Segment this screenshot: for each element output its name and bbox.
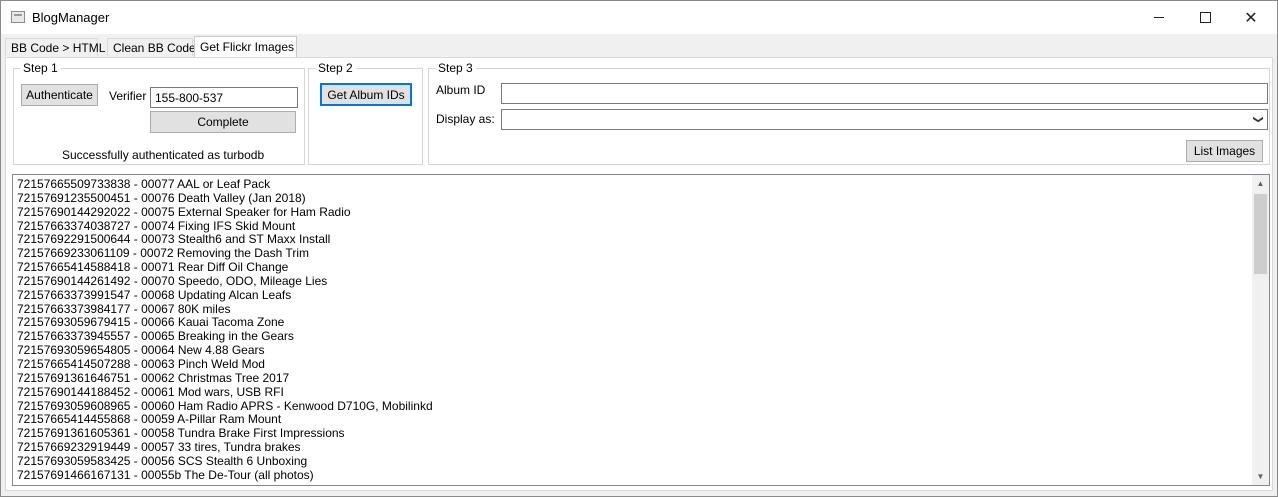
album-list-item[interactable]: 72157693059654805 - 00064 New 4.88 Gears	[17, 343, 1247, 358]
album-list-item[interactable]: 72157665414588418 - 00071 Rear Diff Oil …	[17, 260, 1247, 275]
step1-group: Step 1 Authenticate Verifier Complete Su…	[13, 61, 305, 165]
album-list-item[interactable]: 72157669232919449 - 00057 33 tires, Tund…	[17, 440, 1247, 455]
tab-clean-bb-code[interactable]: Clean BB Code	[107, 38, 196, 56]
album-list-item[interactable]: 72157663374038727 - 00074 Fixing IFS Ski…	[17, 219, 1247, 234]
album-list-item[interactable]: 72157691466167131 - 00055b The De-Tour (…	[17, 468, 1247, 483]
step2-group: Step 2 Get Album IDs	[308, 61, 423, 165]
album-id-input[interactable]	[501, 83, 1268, 104]
auth-status-text: Successfully authenticated as turbodb	[62, 148, 265, 162]
album-list-item[interactable]: 72157663373984177 - 00067 80K miles	[17, 302, 1247, 317]
album-list-item[interactable]: 72157665509733838 - 00077 AAL or Leaf Pa…	[17, 177, 1247, 192]
album-list[interactable]: 72157665509733838 - 00077 AAL or Leaf Pa…	[12, 174, 1270, 486]
maximize-button[interactable]	[1182, 1, 1228, 34]
vertical-scrollbar[interactable]: ▲ ▼	[1252, 175, 1269, 485]
step3-legend: Step 3	[435, 61, 476, 75]
album-list-item[interactable]: 72157690144188452 - 00061 Mod wars, USB …	[17, 385, 1247, 400]
complete-button[interactable]: Complete	[150, 111, 296, 133]
verifier-label: Verifier	[109, 89, 147, 103]
close-button[interactable]: ✕	[1228, 1, 1274, 34]
title-bar[interactable]: BlogManager ✕	[1, 1, 1277, 34]
album-list-item[interactable]: 72157690144292022 - 00075 External Speak…	[17, 205, 1247, 220]
chevron-down-icon: ❯	[1252, 115, 1264, 124]
album-list-items: 72157665509733838 - 00077 AAL or Leaf Pa…	[17, 177, 1247, 483]
album-list-item[interactable]: 72157692291500644 - 00073 Stealth6 and S…	[17, 233, 1247, 247]
step3-group: Step 3 Album ID Display as: ❯ List Image…	[428, 61, 1270, 165]
album-list-item[interactable]: 72157665414507288 - 00063 Pinch Weld Mod	[17, 357, 1247, 372]
maximize-icon	[1199, 12, 1211, 23]
app-icon	[11, 11, 25, 23]
step2-legend: Step 2	[315, 61, 356, 75]
authenticate-button[interactable]: Authenticate	[21, 84, 98, 106]
album-list-item[interactable]: 72157691361646751 - 00062 Christmas Tree…	[17, 371, 1247, 386]
album-list-item[interactable]: 72157665414455868 - 00059 A-Pillar Ram M…	[17, 412, 1247, 427]
close-icon: ✕	[1244, 9, 1258, 27]
tab-get-flickr-images[interactable]: Get Flickr Images	[194, 36, 297, 58]
verifier-input[interactable]	[150, 87, 298, 108]
minimize-button[interactable]	[1136, 1, 1182, 34]
app-window: BlogManager ✕ BB Code > HTML Clean BB Co…	[0, 0, 1278, 497]
display-as-label: Display as:	[436, 112, 495, 126]
album-list-item[interactable]: 72157693059679415 - 00066 Kauai Tacoma Z…	[17, 316, 1247, 330]
album-list-item[interactable]: 72157663373991547 - 00068 Updating Alcan…	[17, 288, 1247, 303]
tab-bb-code-html[interactable]: BB Code > HTML	[5, 38, 105, 56]
scroll-up-icon[interactable]: ▲	[1252, 175, 1269, 192]
window-title: BlogManager	[32, 10, 110, 25]
album-list-item[interactable]: 72157693059608965 - 00060 Ham Radio APRS…	[17, 399, 1247, 414]
step1-legend: Step 1	[20, 61, 61, 75]
album-list-item[interactable]: 72157663373945557 - 00065 Breaking in th…	[17, 329, 1247, 344]
scroll-down-icon[interactable]: ▼	[1252, 468, 1269, 485]
display-as-select[interactable]: ❯	[501, 109, 1268, 130]
scrollbar-thumb[interactable]	[1254, 194, 1267, 274]
album-list-item[interactable]: 72157691361605361 - 00058 Tundra Brake F…	[17, 426, 1247, 441]
list-images-button[interactable]: List Images	[1186, 140, 1263, 162]
album-list-item[interactable]: 72157690144261492 - 00070 Speedo, ODO, M…	[17, 274, 1247, 289]
album-id-label: Album ID	[436, 83, 486, 97]
album-list-item[interactable]: 72157669233061109 - 00072 Removing the D…	[17, 246, 1247, 261]
minimize-icon	[1154, 17, 1164, 18]
album-list-item[interactable]: 72157693059583425 - 00056 SCS Stealth 6 …	[17, 454, 1247, 469]
album-list-item[interactable]: 72157691235500451 - 00076 Death Valley (…	[17, 191, 1247, 206]
get-album-ids-button[interactable]: Get Album IDs	[320, 83, 412, 106]
